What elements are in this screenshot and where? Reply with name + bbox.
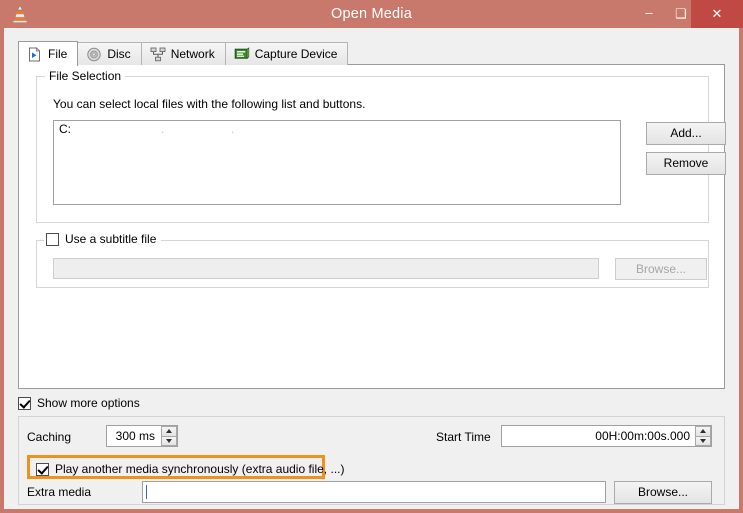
- tab-bar: File Disc: [18, 41, 347, 65]
- subtitle-browse-button[interactable]: Browse...: [615, 258, 707, 280]
- list-item[interactable]: C: . .: [54, 121, 620, 138]
- file-page-icon: [27, 47, 43, 62]
- start-time-spinner-up[interactable]: [695, 426, 711, 436]
- chevron-down-icon: [700, 439, 706, 443]
- start-time-spinner-buttons[interactable]: [695, 426, 711, 446]
- close-icon: ✕: [691, 0, 743, 28]
- capture-device-icon: [234, 47, 250, 62]
- start-time-label: Start Time: [436, 430, 491, 444]
- disc-icon: [86, 47, 102, 62]
- network-icon: [150, 47, 166, 62]
- play-sync-checkbox-box[interactable]: [36, 463, 49, 476]
- caching-spinner-buttons[interactable]: [161, 426, 177, 446]
- chevron-up-icon: [166, 429, 172, 433]
- play-sync-highlight-box: Play another media synchronously (extra …: [27, 455, 325, 479]
- subtitle-group: Use a subtitle file Browse...: [36, 240, 709, 288]
- tab-panel-file: File Selection You can select local file…: [18, 64, 725, 389]
- start-time-value[interactable]: 00H:00m:00s.000: [502, 429, 695, 443]
- file-list-path-remainder: . .: [71, 122, 234, 136]
- tab-disc-label: Disc: [107, 47, 130, 61]
- dialog-client-area: File Disc: [4, 28, 739, 509]
- tab-capture-device-label: Capture Device: [255, 47, 338, 61]
- play-sync-checkbox[interactable]: Play another media synchronously (extra …: [36, 462, 344, 476]
- show-more-options-checkbox[interactable]: Show more options: [18, 396, 140, 410]
- use-subtitle-file-label: Use a subtitle file: [65, 232, 156, 246]
- caching-label: Caching: [27, 430, 71, 444]
- extra-media-label: Extra media: [27, 485, 91, 499]
- file-list[interactable]: C: . .: [53, 120, 621, 205]
- show-more-options-checkbox-box[interactable]: [18, 397, 31, 410]
- tab-network[interactable]: Network: [141, 42, 226, 65]
- file-selection-description: You can select local files with the foll…: [53, 97, 365, 111]
- minimize-button[interactable]: –: [633, 0, 665, 28]
- close-button[interactable]: ✕: [691, 0, 743, 28]
- chevron-down-icon: [166, 439, 172, 443]
- extra-media-browse-button[interactable]: Browse...: [614, 481, 712, 504]
- subtitle-path-input[interactable]: [53, 258, 599, 279]
- start-time-spinner-down[interactable]: [695, 436, 711, 447]
- caching-value[interactable]: 300 ms: [107, 429, 161, 443]
- caching-spinner[interactable]: 300 ms: [106, 425, 178, 447]
- remove-button[interactable]: Remove: [646, 152, 726, 175]
- add-button[interactable]: Add...: [646, 122, 726, 145]
- tab-network-label: Network: [171, 47, 215, 61]
- show-more-options-label: Show more options: [37, 396, 140, 410]
- title-bar: Open Media – ❑ ✕: [0, 0, 743, 28]
- tab-file-label: File: [48, 47, 67, 61]
- caching-spinner-up[interactable]: [161, 426, 177, 436]
- open-media-dialog-window: Open Media – ❑ ✕ File: [0, 0, 743, 513]
- vlc-cone-icon: [10, 4, 30, 24]
- minimize-icon: –: [633, 0, 665, 28]
- file-list-drive: C:: [59, 122, 71, 136]
- more-options-panel: Caching 300 ms Start Time 00H:00m:00s.00…: [18, 416, 725, 505]
- file-selection-group: File Selection You can select local file…: [36, 76, 709, 223]
- play-sync-label: Play another media synchronously (extra …: [55, 462, 344, 476]
- tab-file[interactable]: File: [18, 41, 78, 66]
- text-caret: [146, 485, 147, 499]
- chevron-up-icon: [700, 429, 706, 433]
- use-subtitle-file-checkbox-box[interactable]: [46, 233, 59, 246]
- start-time-spinner[interactable]: 00H:00m:00s.000: [501, 425, 712, 447]
- caching-spinner-down[interactable]: [161, 436, 177, 447]
- tab-disc[interactable]: Disc: [77, 42, 141, 65]
- tab-capture-device[interactable]: Capture Device: [225, 42, 349, 65]
- file-selection-title: File Selection: [45, 69, 125, 83]
- use-subtitle-file-checkbox[interactable]: Use a subtitle file: [44, 232, 161, 246]
- window-title: Open Media: [0, 0, 743, 28]
- extra-media-input[interactable]: [142, 481, 606, 503]
